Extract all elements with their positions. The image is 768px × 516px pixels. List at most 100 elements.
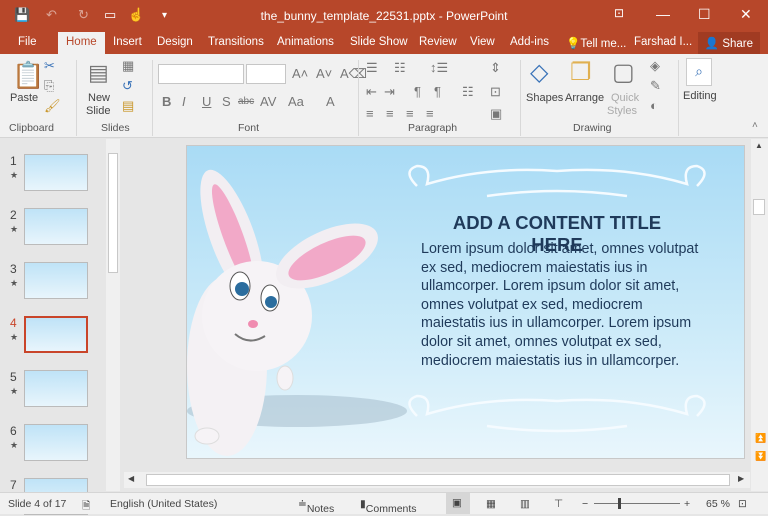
increase-font-icon[interactable]: A˄: [292, 66, 308, 81]
paste-button[interactable]: Paste: [10, 92, 38, 104]
slide-canvas[interactable]: ADD A CONTENT TITLE HERE Lorem ipsum dol…: [186, 145, 745, 459]
zoom-slider-thumb[interactable]: [618, 498, 621, 509]
comments-button[interactable]: ▮ Comments: [360, 498, 417, 515]
tab-slide-show[interactable]: Slide Show: [350, 36, 408, 48]
zoom-out-button[interactable]: −: [582, 498, 588, 510]
tell-me-search[interactable]: 💡Tell me...: [566, 36, 626, 50]
shape-effects-icon[interactable]: ◐: [650, 98, 658, 113]
decrease-indent-icon[interactable]: ⇤: [366, 84, 377, 100]
italic-icon[interactable]: I: [182, 94, 186, 109]
reset-icon[interactable]: ↺: [122, 78, 133, 94]
language[interactable]: English (United States): [110, 498, 217, 510]
format-painter-icon[interactable]: 🖌: [44, 98, 61, 114]
normal-view-icon[interactable]: ▣: [446, 493, 470, 514]
char-spacing-icon[interactable]: AV: [260, 94, 276, 109]
tab-home[interactable]: Home: [58, 32, 105, 54]
clear-format-icon[interactable]: A⌫: [340, 66, 367, 82]
font-color-icon[interactable]: A: [326, 94, 335, 109]
font-name-input[interactable]: [158, 64, 244, 84]
scroll-left-icon[interactable]: ◀: [128, 474, 134, 483]
tab-animations[interactable]: Animations: [277, 36, 334, 48]
slide-thumbnail[interactable]: [24, 154, 88, 191]
fit-to-window-icon[interactable]: ⊡: [738, 498, 747, 510]
underline-icon[interactable]: U: [202, 94, 211, 109]
shadow-icon[interactable]: S: [222, 94, 231, 109]
scroll-right-icon[interactable]: ▶: [738, 474, 744, 483]
paste-icon[interactable]: 📋: [12, 60, 44, 91]
change-case-icon[interactable]: Aa: [288, 94, 304, 109]
find-icon[interactable]: ⌕: [686, 58, 712, 86]
tab-add-ins[interactable]: Add-ins: [510, 36, 549, 48]
new-slide-icon[interactable]: ▤: [88, 60, 109, 86]
tab-transitions[interactable]: Transitions: [208, 36, 264, 48]
zoom-slider[interactable]: [594, 498, 680, 509]
cut-icon[interactable]: ✂: [44, 58, 55, 74]
bold-icon[interactable]: B: [162, 94, 171, 109]
tab-design[interactable]: Design: [157, 36, 193, 48]
slideshow-icon[interactable]: ⊤: [554, 498, 563, 510]
tab-file[interactable]: File: [18, 36, 37, 48]
spell-check-icon[interactable]: 🗎: [82, 498, 90, 516]
layout-icon[interactable]: ▦: [122, 58, 134, 74]
line-spacing-icon[interactable]: ↕☰: [430, 60, 448, 76]
smartart-icon[interactable]: ▣: [490, 106, 502, 122]
align-left-icon[interactable]: ≡: [366, 106, 374, 121]
slide-thumbnail[interactable]: [24, 424, 88, 461]
shape-fill-icon[interactable]: ◈: [650, 58, 660, 74]
ltr-icon[interactable]: ¶: [414, 84, 421, 99]
increase-indent-icon[interactable]: ⇥: [384, 84, 395, 100]
reading-view-icon[interactable]: ▥: [520, 498, 530, 510]
shapes-button[interactable]: Shapes: [526, 92, 563, 104]
center-icon[interactable]: ≡: [386, 106, 394, 121]
quick-styles-icon[interactable]: ▢: [612, 58, 635, 87]
scroll-thumb[interactable]: [753, 199, 765, 215]
hscroll-thumb[interactable]: [146, 474, 730, 486]
slide-sorter-icon[interactable]: ▦: [486, 498, 496, 510]
slide-body-text[interactable]: Lorem ipsum dolor sit amet, omnes volutp…: [421, 240, 701, 370]
next-slide-icon[interactable]: ⏬: [755, 451, 766, 462]
bullets-icon[interactable]: ☰: [366, 60, 378, 76]
collapse-ribbon-icon[interactable]: ˄: [752, 120, 758, 131]
justify-icon[interactable]: ≡: [426, 106, 434, 121]
shapes-icon[interactable]: ◇: [530, 58, 548, 87]
arrange-icon[interactable]: ❐: [570, 58, 592, 87]
slide-thumbnail[interactable]: [24, 316, 88, 353]
slide-thumbnail[interactable]: [24, 370, 88, 407]
decrease-font-icon[interactable]: A˅: [316, 66, 332, 81]
strikethrough-icon[interactable]: abc: [238, 96, 254, 107]
notes-button[interactable]: ≐ Notes: [298, 498, 334, 515]
tab-review[interactable]: Review: [419, 36, 457, 48]
copy-icon[interactable]: ⎘: [44, 78, 54, 94]
quick-styles-button[interactable]: Quick: [611, 92, 639, 104]
new-slide-label: Slide: [86, 105, 111, 117]
tab-insert[interactable]: Insert: [113, 36, 142, 48]
maximize-button[interactable]: ☐: [698, 6, 711, 23]
previous-slide-icon[interactable]: ⏫: [755, 433, 766, 444]
horizontal-scrollbar[interactable]: ◀ ▶: [124, 472, 750, 488]
share-button[interactable]: 👤 Share: [697, 32, 760, 54]
minimize-button[interactable]: —: [656, 6, 670, 22]
close-button[interactable]: ✕: [740, 6, 752, 23]
align-text-icon[interactable]: ⊡: [490, 84, 501, 100]
slide-scrollbar[interactable]: ▲ ⏫ ⏬: [751, 139, 768, 491]
zoom-level[interactable]: 65 %: [706, 498, 730, 510]
columns-icon[interactable]: ☷: [462, 84, 474, 100]
editing-button[interactable]: Editing: [683, 90, 717, 102]
thumbnail-scrollbar[interactable]: [106, 139, 120, 491]
account-name[interactable]: Farshad I...: [634, 36, 692, 48]
numbering-icon[interactable]: ☷: [394, 60, 406, 76]
slide-thumbnail[interactable]: [24, 262, 88, 299]
shape-outline-icon[interactable]: ✎: [650, 78, 661, 94]
zoom-in-button[interactable]: +: [684, 498, 690, 510]
slide-thumbnail[interactable]: [24, 208, 88, 245]
new-slide-button[interactable]: New: [88, 92, 110, 104]
font-size-input[interactable]: [246, 64, 286, 84]
rtl-icon[interactable]: ¶: [434, 84, 441, 99]
ribbon-display-icon[interactable]: ⊡: [614, 6, 624, 20]
tab-view[interactable]: View: [470, 36, 495, 48]
align-right-icon[interactable]: ≡: [406, 106, 414, 121]
section-icon[interactable]: ▤: [122, 98, 134, 114]
scroll-up-icon[interactable]: ▲: [755, 141, 763, 150]
text-direction-icon[interactable]: ⇕: [490, 60, 501, 76]
arrange-button[interactable]: Arrange: [565, 92, 604, 104]
